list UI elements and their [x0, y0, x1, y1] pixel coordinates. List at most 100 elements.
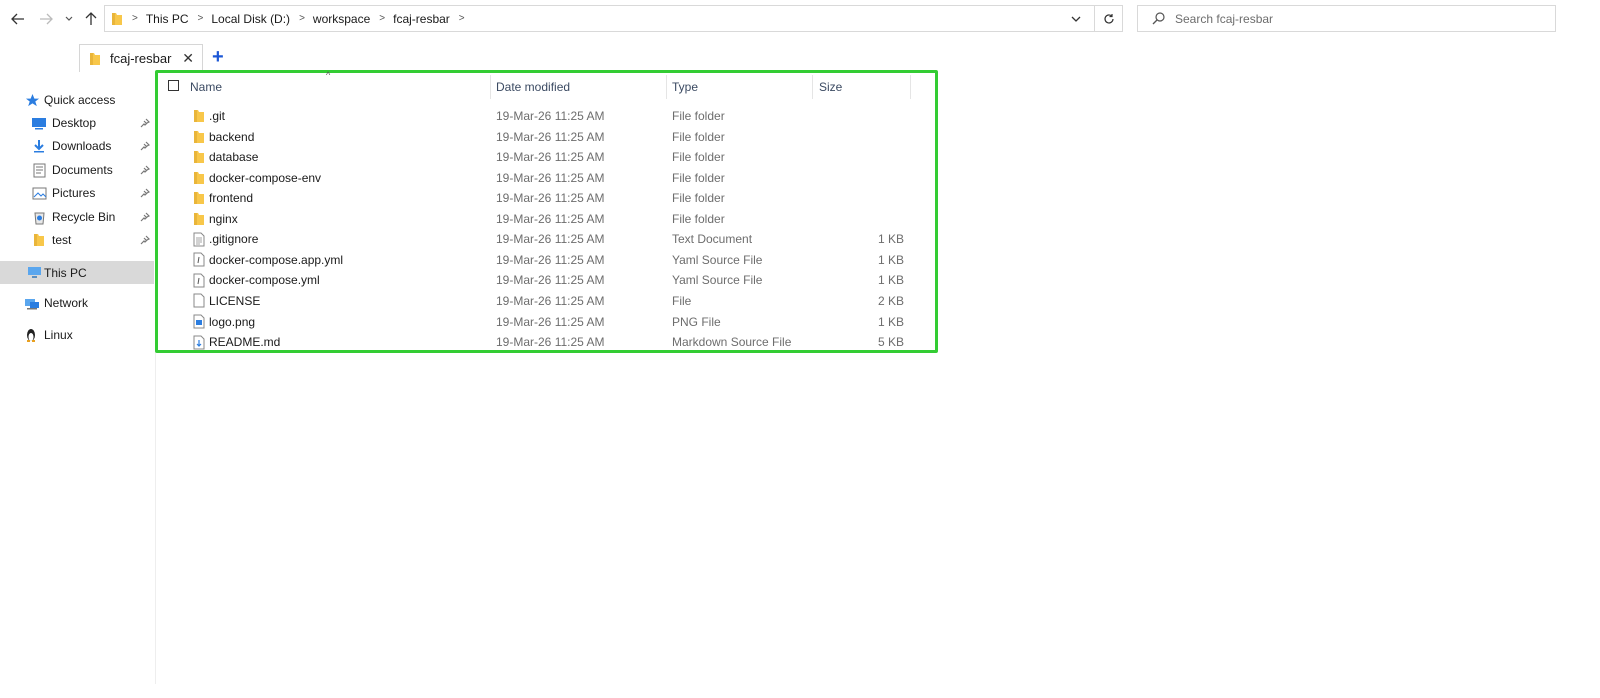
- file-name[interactable]: README.md: [209, 335, 280, 349]
- sidebar-item-documents[interactable]: Documents: [0, 159, 154, 181]
- file-name[interactable]: docker-compose-env: [209, 171, 321, 185]
- table-row[interactable]: nginx 19-Mar-26 11:25 AM File folder: [158, 209, 935, 229]
- back-button[interactable]: [8, 8, 28, 30]
- file-name[interactable]: LICENSE: [209, 294, 260, 308]
- file-name[interactable]: .gitignore: [209, 232, 258, 246]
- column-date-modified[interactable]: Date modified: [496, 73, 666, 100]
- recent-locations-button[interactable]: [61, 8, 77, 30]
- sidebar-item-linux[interactable]: Linux: [0, 324, 154, 346]
- markdown-file-icon: [191, 334, 207, 350]
- sidebar-item-recycle-bin[interactable]: Recycle Bin: [0, 206, 154, 228]
- column-resize-handle[interactable]: [666, 75, 667, 99]
- file-type: File folder: [672, 109, 725, 123]
- table-row[interactable]: docker-compose-env 19-Mar-26 11:25 AM File…: [158, 168, 935, 188]
- arrow-left-icon: [11, 13, 24, 25]
- search-input[interactable]: Search fcaj-resbar: [1137, 5, 1556, 32]
- table-row[interactable]: docker-compose.yml 19-Mar-26 11:25 AM Yaml…: [158, 270, 935, 290]
- pin-icon[interactable]: [140, 117, 151, 131]
- file-type: File folder: [672, 191, 725, 206]
- address-dropdown-button[interactable]: [1066, 6, 1086, 31]
- download-icon: [31, 138, 47, 154]
- file-type: File: [672, 293, 692, 308]
- sidebar-label: Downloads: [52, 139, 112, 153]
- network-icon: [24, 295, 40, 311]
- breadcrumb-separator[interactable]: >: [198, 13, 204, 24]
- pin-icon[interactable]: [140, 234, 151, 248]
- sidebar-item-network[interactable]: Network: [0, 292, 154, 314]
- column-resize-handle[interactable]: [490, 75, 491, 99]
- breadcrumb-separator[interactable]: >: [379, 13, 385, 24]
- sidebar-label: Quick access: [44, 93, 116, 107]
- file-name[interactable]: nginx: [209, 212, 238, 226]
- sidebar-item-pictures[interactable]: Pictures: [0, 182, 154, 204]
- breadcrumb-separator[interactable]: >: [459, 13, 465, 24]
- file-date-modified: 19-Mar-26 11:25 AM: [496, 109, 605, 123]
- close-tab-button[interactable]: ✕: [182, 50, 194, 67]
- column-size[interactable]: Size: [819, 73, 909, 100]
- refresh-button[interactable]: [1094, 6, 1122, 31]
- file-name[interactable]: .git: [209, 109, 225, 123]
- table-row[interactable]: .git 19-Mar-26 11:25 AM File folder: [158, 106, 935, 126]
- chevron-down-icon: [1071, 16, 1081, 22]
- table-row[interactable]: LICENSE 19-Mar-26 11:25 AM File 2 KB: [158, 291, 935, 311]
- file-name[interactable]: database: [209, 150, 258, 164]
- pictures-icon: [31, 185, 47, 201]
- search-icon: [1152, 12, 1165, 25]
- address-bar[interactable]: > This PC > Local Disk (D:) > workspace …: [104, 5, 1123, 32]
- column-resize-handle[interactable]: [910, 75, 911, 99]
- breadcrumb-local-disk[interactable]: Local Disk (D:): [211, 12, 290, 26]
- refresh-icon: [1103, 13, 1114, 24]
- column-resize-handle[interactable]: [812, 75, 813, 99]
- up-button[interactable]: [81, 8, 101, 30]
- breadcrumb-separator[interactable]: >: [299, 13, 305, 24]
- table-row[interactable]: README.md 19-Mar-26 11:25 AM Markdown Sour…: [158, 332, 935, 352]
- sidebar-item-quick-access[interactable]: Quick access: [0, 89, 154, 111]
- folder-icon: [191, 149, 207, 165]
- pin-icon[interactable]: [140, 164, 151, 178]
- file-date-modified: 19-Mar-26 11:25 AM: [496, 232, 605, 247]
- pin-icon[interactable]: [140, 187, 151, 201]
- breadcrumb-fcaj-resbar[interactable]: fcaj-resbar: [393, 12, 450, 26]
- new-tab-button[interactable]: +: [212, 46, 224, 68]
- file-name[interactable]: backend: [209, 130, 254, 144]
- file-date-modified: 19-Mar-26 11:25 AM: [496, 273, 605, 288]
- search-placeholder: Search fcaj-resbar: [1175, 11, 1274, 26]
- file-name[interactable]: docker-compose.app.yml: [209, 253, 343, 267]
- image-file-icon: [191, 314, 207, 330]
- file-size: 1 KB: [877, 273, 904, 288]
- file-name[interactable]: logo.png: [209, 315, 255, 329]
- sidebar-item-this-pc[interactable]: This PC: [0, 261, 154, 284]
- pin-icon[interactable]: [140, 211, 151, 225]
- file-type: File folder: [672, 170, 725, 185]
- file-date-modified: 19-Mar-26 11:25 AM: [496, 293, 605, 308]
- sidebar-item-desktop[interactable]: Desktop: [0, 112, 154, 134]
- file-name[interactable]: docker-compose.yml: [209, 273, 320, 287]
- table-row[interactable]: logo.png 19-Mar-26 11:25 AM PNG File 1 KB: [158, 312, 935, 332]
- pin-icon[interactable]: [140, 140, 151, 154]
- file-name[interactable]: frontend: [209, 191, 253, 205]
- folder-icon: [89, 52, 101, 66]
- file-size: 1 KB: [877, 314, 904, 329]
- sidebar-item-test[interactable]: test: [0, 229, 154, 251]
- table-row[interactable]: .gitignore 19-Mar-26 11:25 AM Text Documen…: [158, 229, 935, 249]
- table-row[interactable]: database 19-Mar-26 11:25 AM File folder: [158, 147, 935, 167]
- forward-button[interactable]: [36, 8, 56, 30]
- file-type: File folder: [672, 211, 725, 226]
- file-type: Yaml Source File: [672, 252, 763, 267]
- select-all-checkbox[interactable]: [168, 80, 179, 91]
- table-row[interactable]: docker-compose.app.yml 19-Mar-26 11:25 AM…: [158, 250, 935, 270]
- column-name[interactable]: Name: [190, 73, 490, 100]
- sidebar-label: Documents: [52, 163, 113, 177]
- file-type: Text Document: [672, 232, 753, 247]
- table-row[interactable]: backend 19-Mar-26 11:25 AM File folder: [158, 127, 935, 147]
- table-row[interactable]: frontend 19-Mar-26 11:25 AM File folder: [158, 188, 935, 208]
- breadcrumb-workspace[interactable]: workspace: [313, 12, 370, 26]
- sidebar-item-downloads[interactable]: Downloads: [0, 135, 154, 157]
- file-size: 1 KB: [877, 232, 904, 247]
- breadcrumb-this-pc[interactable]: This PC: [146, 12, 189, 26]
- file-type: File folder: [672, 129, 725, 144]
- column-type[interactable]: Type: [672, 73, 812, 100]
- yaml-file-icon: [191, 272, 207, 288]
- sidebar-label: Linux: [44, 328, 73, 342]
- tab-fcaj-resbar[interactable]: fcaj-resbar ✕: [79, 44, 203, 72]
